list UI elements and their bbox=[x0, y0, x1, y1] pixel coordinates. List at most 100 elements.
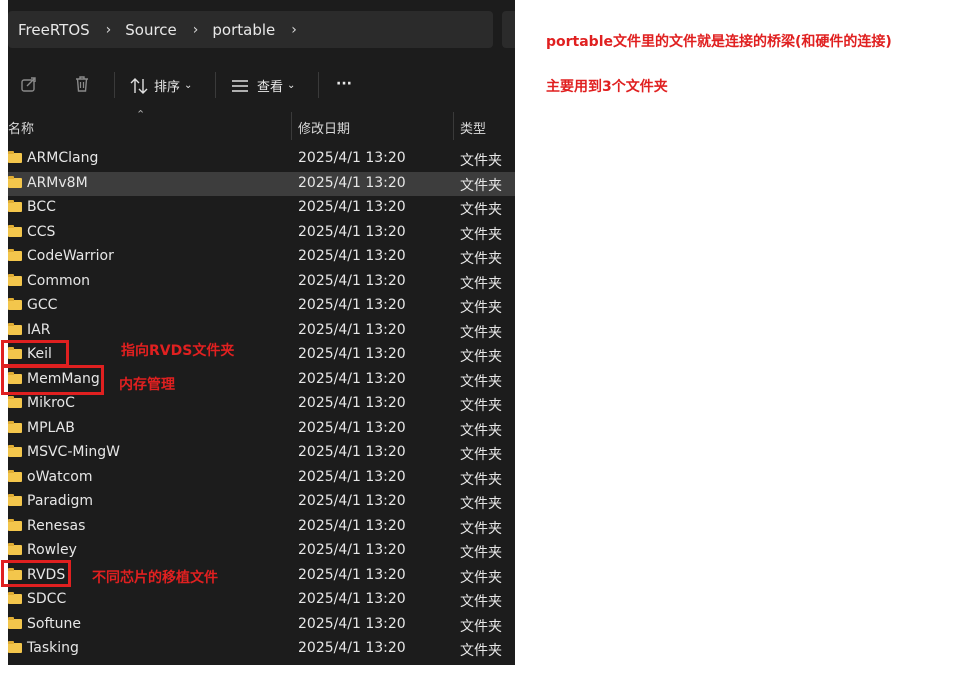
list-item[interactable]: Tasking 2025/4/1 13:20 文件夹 bbox=[8, 637, 515, 662]
file-name: Paradigm bbox=[27, 493, 94, 509]
folder-icon bbox=[8, 616, 22, 629]
file-name: oWatcom bbox=[27, 468, 93, 485]
list-item[interactable]: oWatcom 2025/4/1 13:20 文件夹 bbox=[8, 466, 515, 491]
list-item[interactable]: Keil 2025/4/1 13:20 文件夹 bbox=[8, 343, 515, 368]
file-type: 文件夹 bbox=[460, 447, 502, 463]
list-item[interactable]: CodeWarrior 2025/4/1 13:20 文件夹 bbox=[8, 245, 515, 270]
file-name: Rowley bbox=[27, 542, 77, 558]
column-divider[interactable] bbox=[291, 112, 292, 140]
folder-icon bbox=[8, 518, 22, 531]
list-item[interactable]: MPLAB 2025/4/1 13:20 文件夹 bbox=[8, 417, 515, 442]
folder-icon bbox=[8, 322, 22, 335]
list-item[interactable]: GCC 2025/4/1 13:20 文件夹 bbox=[8, 294, 515, 319]
chevron-down-icon: ⌄ bbox=[287, 80, 296, 91]
keil-highlight-box bbox=[1, 340, 69, 367]
file-type: 文件夹 bbox=[460, 251, 502, 267]
column-divider[interactable] bbox=[453, 112, 454, 140]
file-type: 文件夹 bbox=[460, 373, 502, 390]
file-name: Softune bbox=[27, 615, 81, 632]
modified-date: 2025/4/1 13:20 bbox=[298, 248, 406, 264]
delete-button[interactable] bbox=[73, 75, 91, 93]
file-name: CCS bbox=[27, 223, 56, 240]
list-item[interactable]: ARMv8M 2025/4/1 13:20 文件夹 bbox=[8, 171, 515, 196]
modified-date: 2025/4/1 13:20 bbox=[298, 640, 406, 656]
file-name: MSVC-MingW bbox=[27, 444, 120, 460]
file-type: 文件夹 bbox=[460, 300, 502, 316]
list-item[interactable]: BCC 2025/4/1 13:20 文件夹 bbox=[8, 196, 515, 221]
modified-date: 2025/4/1 13:20 bbox=[298, 321, 406, 338]
chevron-right-icon[interactable]: › bbox=[177, 22, 213, 38]
sort-icon bbox=[130, 77, 148, 94]
list-item[interactable]: MikroC 2025/4/1 13:20 文件夹 bbox=[8, 392, 515, 417]
file-explorer-window: FreeRTOS › Source › portable › 排序 ⌄ 查看 ⌄… bbox=[8, 0, 515, 665]
folder-icon bbox=[8, 249, 22, 261]
view-label: 查看 bbox=[257, 80, 284, 95]
file-name: Renesas bbox=[27, 517, 86, 534]
search-box-edge[interactable] bbox=[502, 11, 515, 48]
list-item[interactable]: IAR 2025/4/1 13:20 文件夹 bbox=[8, 319, 515, 344]
file-type: 文件夹 bbox=[460, 545, 502, 561]
toolbar-divider bbox=[114, 72, 115, 98]
chevron-right-icon[interactable]: › bbox=[275, 22, 311, 38]
list-item[interactable]: Common 2025/4/1 13:20 文件夹 bbox=[8, 270, 515, 295]
breadcrumb-source[interactable]: Source bbox=[125, 21, 177, 39]
column-date-header[interactable]: 修改日期 bbox=[298, 118, 350, 137]
list-item[interactable]: MSVC-MingW 2025/4/1 13:20 文件夹 bbox=[8, 441, 515, 466]
view-button[interactable]: 查看 ⌄ bbox=[231, 76, 295, 95]
list-item[interactable]: ARMClang 2025/4/1 13:20 文件夹 bbox=[8, 147, 515, 172]
folder-icon bbox=[8, 592, 22, 604]
breadcrumb-portable[interactable]: portable bbox=[212, 21, 275, 39]
modified-date: 2025/4/1 13:20 bbox=[298, 150, 406, 166]
keil-annotation: 指向RVDS文件夹 bbox=[121, 343, 235, 359]
modified-date: 2025/4/1 13:20 bbox=[298, 542, 406, 558]
toolbar-divider bbox=[215, 72, 216, 98]
trash-icon bbox=[76, 76, 88, 92]
folder-icon bbox=[8, 151, 22, 163]
modified-date: 2025/4/1 13:20 bbox=[298, 591, 406, 607]
folder-icon bbox=[8, 469, 22, 482]
list-item[interactable]: Paradigm 2025/4/1 13:20 文件夹 bbox=[8, 490, 515, 515]
file-type: 文件夹 bbox=[460, 569, 502, 586]
sort-button[interactable]: 排序 ⌄ bbox=[130, 76, 192, 95]
file-type: 文件夹 bbox=[460, 594, 502, 610]
modified-date: 2025/4/1 13:20 bbox=[298, 517, 406, 534]
toolbar-divider bbox=[318, 72, 319, 98]
file-name: CodeWarrior bbox=[27, 248, 114, 264]
column-header: 名称 ⌃ 修改日期 类型 bbox=[8, 108, 515, 140]
share-icon bbox=[21, 77, 36, 92]
view-list-icon bbox=[232, 79, 248, 92]
breadcrumb-freertos[interactable]: FreeRTOS bbox=[8, 21, 90, 39]
list-item[interactable]: RVDS 2025/4/1 13:20 文件夹 bbox=[8, 564, 515, 589]
chevron-down-icon: ⌄ bbox=[184, 80, 193, 91]
file-type: 文件夹 bbox=[460, 324, 502, 341]
chevron-right-icon[interactable]: › bbox=[90, 22, 126, 38]
list-item[interactable]: Renesas 2025/4/1 13:20 文件夹 bbox=[8, 515, 515, 540]
folders-note: 主要用到3个文件夹 bbox=[546, 79, 668, 95]
modified-date: 2025/4/1 13:20 bbox=[298, 395, 406, 411]
list-item[interactable]: CCS 2025/4/1 13:20 文件夹 bbox=[8, 221, 515, 246]
modified-date: 2025/4/1 13:20 bbox=[298, 419, 406, 436]
modified-date: 2025/4/1 13:20 bbox=[298, 174, 406, 191]
modified-date: 2025/4/1 13:20 bbox=[298, 566, 406, 583]
rvds-highlight-box bbox=[1, 560, 71, 587]
modified-date: 2025/4/1 13:20 bbox=[298, 223, 406, 240]
sort-up-icon: ⌃ bbox=[136, 108, 146, 121]
list-item[interactable]: Rowley 2025/4/1 13:20 文件夹 bbox=[8, 539, 515, 564]
column-name-header[interactable]: 名称 bbox=[8, 118, 34, 137]
file-type: 文件夹 bbox=[460, 398, 502, 414]
file-name: IAR bbox=[27, 321, 51, 338]
list-item[interactable]: Softune 2025/4/1 13:20 文件夹 bbox=[8, 613, 515, 638]
modified-date: 2025/4/1 13:20 bbox=[298, 493, 406, 509]
folder-icon bbox=[8, 420, 22, 433]
modified-date: 2025/4/1 13:20 bbox=[298, 346, 406, 362]
file-type: 文件夹 bbox=[460, 275, 502, 292]
list-item[interactable]: SDCC 2025/4/1 13:20 文件夹 bbox=[8, 588, 515, 613]
file-name: GCC bbox=[27, 297, 58, 313]
folder-icon bbox=[8, 445, 22, 457]
more-options-button[interactable]: ··· bbox=[336, 76, 352, 92]
column-type-header[interactable]: 类型 bbox=[460, 118, 486, 137]
file-type: 文件夹 bbox=[460, 153, 502, 169]
file-name: SDCC bbox=[27, 591, 67, 607]
address-bar[interactable]: FreeRTOS › Source › portable › bbox=[8, 11, 493, 48]
share-button[interactable] bbox=[20, 75, 38, 93]
